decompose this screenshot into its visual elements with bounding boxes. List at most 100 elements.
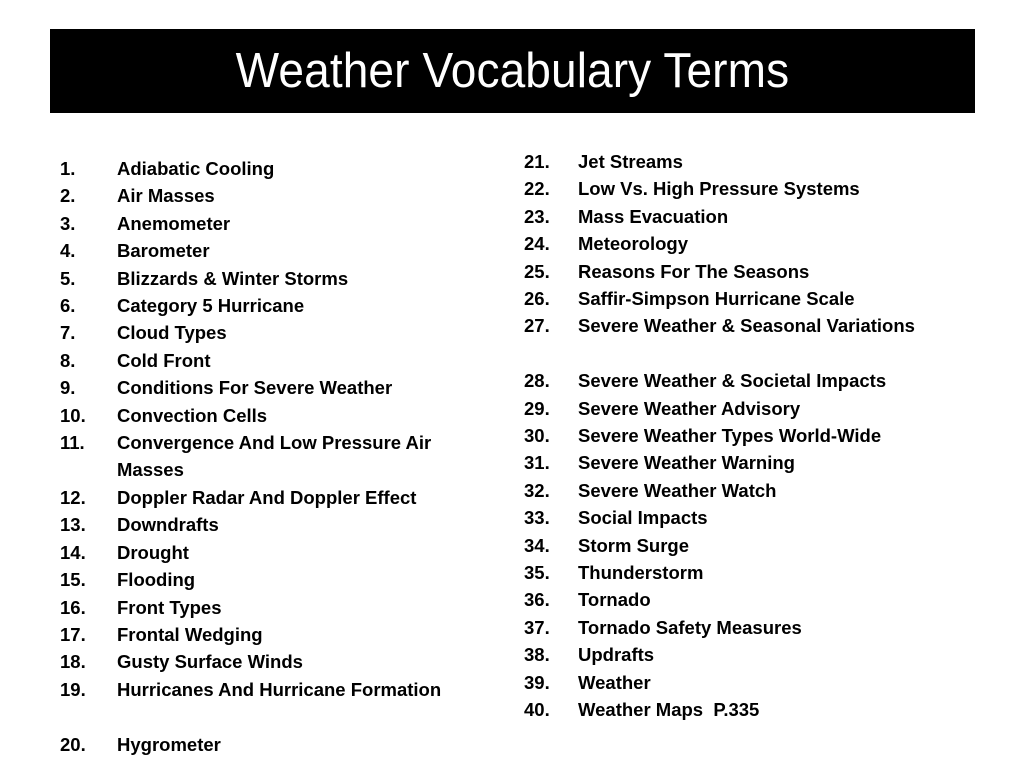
list-item: 7. Cloud Types xyxy=(60,319,490,346)
list-item: 18. Gusty Surface Winds xyxy=(60,648,490,675)
slide-canvas: Weather Vocabulary Terms 1. Adiabatic Coo… xyxy=(0,0,1024,768)
list-item-label: Meteorology xyxy=(578,233,688,255)
list-item-number: 6. xyxy=(60,295,76,317)
list-item-label: Severe Weather & Seasonal Variations xyxy=(578,315,915,337)
list-item: 31. Severe Weather Warning xyxy=(524,449,994,476)
list-item-number: 33. xyxy=(524,507,550,529)
list-item: 38. Updrafts xyxy=(524,641,994,668)
list-item-number: 30. xyxy=(524,425,550,447)
list-item-label: Low Vs. High Pressure Systems xyxy=(578,178,860,200)
list-item-number: 5. xyxy=(60,267,76,289)
list-item-label: Severe Weather Warning xyxy=(578,452,795,474)
list-item-number: 35. xyxy=(524,562,550,584)
list-item-number: 38. xyxy=(524,644,550,666)
list-item: 3. Anemometer xyxy=(60,210,490,237)
list-item-label: Severe Weather Types World-Wide xyxy=(578,425,882,447)
vocabulary-list-right: 21. Jet Streams 22. Low Vs. High Pressure S… xyxy=(524,148,994,724)
list-item-number: 32. xyxy=(524,479,550,501)
list-item: 37. Tornado Safety Measures xyxy=(524,614,994,641)
list-item: 33. Social Impacts xyxy=(524,504,994,531)
list-item-number: 40. xyxy=(524,699,550,721)
list-item: 1. Adiabatic Cooling xyxy=(60,155,490,182)
list-item-label: Front Types xyxy=(117,596,222,618)
list-item-label: Adiabatic Cooling xyxy=(117,158,275,179)
list-item: 36. Tornado xyxy=(524,586,994,613)
list-item-label: Updrafts xyxy=(578,644,655,666)
list-item: 26. Saffir-Simpson Hurricane Scale xyxy=(524,285,994,312)
list-item: 20. Hygrometer xyxy=(60,731,490,758)
vocabulary-list-left-column: 1. Adiabatic Cooling 2. Air Masses 3. Anemome… xyxy=(60,155,490,758)
list-item-label: Reasons For The Seasons xyxy=(578,260,810,282)
list-item: 8. Cold Front xyxy=(60,347,490,374)
list-item: 9. Conditions For Severe Weather xyxy=(60,374,490,401)
list-item-label: Category 5 Hurricane xyxy=(117,295,305,317)
list-item-label: Social Impacts xyxy=(578,507,708,529)
list-item-number: 14. xyxy=(60,541,86,563)
title-banner: Weather Vocabulary Terms xyxy=(50,29,975,113)
list-item-number: 13. xyxy=(60,514,86,536)
list-item-number: 4. xyxy=(60,240,76,262)
list-item-label: Mass Evacuation xyxy=(578,205,729,227)
list-item: 34. Storm Surge xyxy=(524,532,994,559)
list-item: 5. Blizzards & Winter Storms xyxy=(60,265,490,292)
list-item-label: Jet Streams xyxy=(578,151,683,172)
list-item: 6. Category 5 Hurricane xyxy=(60,292,490,319)
list-item-label: Doppler Radar And Doppler Effect xyxy=(117,486,417,508)
list-item-number: 31. xyxy=(524,452,550,474)
list-item-number: 11. xyxy=(60,432,85,454)
list-item: 30. Severe Weather Types World-Wide xyxy=(524,422,994,449)
list-item-number: 28. xyxy=(524,370,550,392)
list-item-label: Tornado Safety Measures xyxy=(578,616,802,638)
list-item: 14. Drought xyxy=(60,539,490,566)
list-item-number: 9. xyxy=(60,377,76,399)
list-item: 13. Downdrafts xyxy=(60,511,490,538)
list-item-number: 7. xyxy=(60,322,76,344)
list-item-number: 10. xyxy=(60,404,86,426)
list-item-label: Hygrometer xyxy=(117,733,221,755)
list-item-label: Tornado xyxy=(578,589,651,611)
vocabulary-list-left: 1. Adiabatic Cooling 2. Air Masses 3. Anemome… xyxy=(60,155,490,758)
list-item-number: 15. xyxy=(60,569,86,591)
list-item: 16. Front Types xyxy=(60,594,490,621)
list-item: 21. Jet Streams xyxy=(524,148,994,175)
list-item: 2. Air Masses xyxy=(60,182,490,209)
list-item-number: 39. xyxy=(524,671,550,693)
list-item-number: 27. xyxy=(524,315,550,337)
list-item-number: 26. xyxy=(524,288,550,310)
list-item-label: Anemometer xyxy=(117,212,231,234)
list-item-label: Flooding xyxy=(117,569,196,591)
list-item: 27. Severe Weather & Seasonal Variations xyxy=(524,312,994,367)
list-item: 10. Convection Cells xyxy=(60,402,490,429)
list-item-number: 8. xyxy=(60,349,76,371)
list-item-label: Frontal Wedging xyxy=(117,623,263,645)
page-title: Weather Vocabulary Terms xyxy=(235,43,790,98)
list-item-number: 34. xyxy=(524,534,550,556)
list-item: 15. Flooding xyxy=(60,566,490,593)
list-item-number: 37. xyxy=(524,616,550,638)
list-item-label: Air Masses xyxy=(117,185,215,207)
list-item-label: Cloud Types xyxy=(117,322,227,344)
list-item-number: 24. xyxy=(524,233,550,255)
list-item-number: 2. xyxy=(60,185,76,207)
list-item-label: Severe Weather Watch xyxy=(578,479,777,501)
list-item-label: Cold Front xyxy=(117,349,211,371)
list-item-label: Severe Weather Advisory xyxy=(578,397,801,419)
list-item: 19. Hurricanes And Hurricane Formation xyxy=(60,676,490,731)
list-item: 11. Convergence And Low Pressure Air Mass… xyxy=(60,429,490,484)
list-item-number: 22. xyxy=(524,178,550,200)
list-item-label: Storm Surge xyxy=(578,534,690,556)
list-item-label: Hurricanes And Hurricane Formation xyxy=(117,678,442,700)
list-item-number: 16. xyxy=(60,596,86,618)
list-item-number: 36. xyxy=(524,589,550,611)
list-item-label: Downdrafts xyxy=(117,514,219,536)
list-item-label: Severe Weather & Societal Impacts xyxy=(578,370,887,392)
list-item: 39. Weather xyxy=(524,669,994,696)
list-item-number: 25. xyxy=(524,260,550,282)
list-item-label: Thunderstorm xyxy=(578,562,704,584)
list-item-label: Weather Maps P.335 xyxy=(578,699,760,721)
list-item: 35. Thunderstorm xyxy=(524,559,994,586)
list-item: 28. Severe Weather & Societal Impacts xyxy=(524,367,994,394)
list-item: 40. Weather Maps P.335 xyxy=(524,696,994,723)
list-item: 23. Mass Evacuation xyxy=(524,203,994,230)
list-item-number: 21. xyxy=(524,151,550,172)
